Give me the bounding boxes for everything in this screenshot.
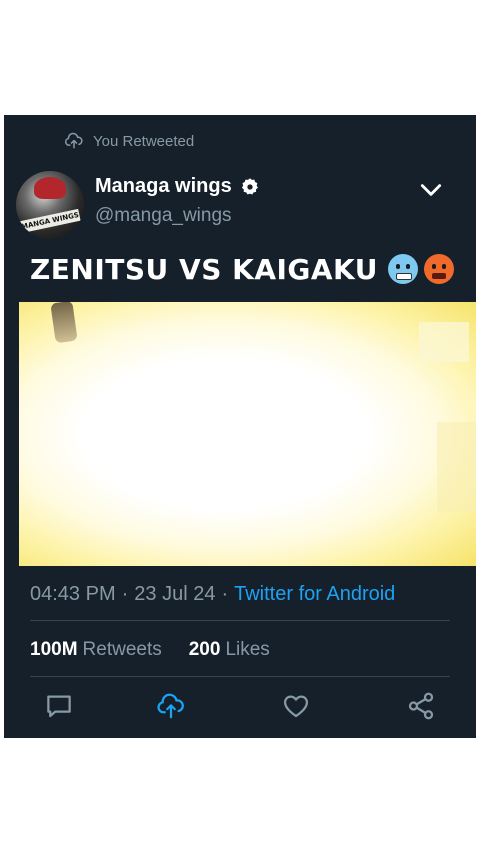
chevron-down-icon[interactable] xyxy=(418,177,444,203)
divider xyxy=(30,620,450,621)
likes-count: 200 xyxy=(188,639,221,660)
author-name[interactable]: Managa wings xyxy=(95,175,232,198)
meta-separator: · xyxy=(221,583,229,605)
media-highlight xyxy=(419,322,469,362)
tweet-media-image[interactable] xyxy=(19,302,476,566)
media-streak xyxy=(50,302,78,344)
tweet-client-link[interactable]: Twitter for Android xyxy=(234,583,395,605)
retweets-label: Retweets xyxy=(82,639,162,660)
share-icon[interactable] xyxy=(406,691,436,721)
cold-face-emoji xyxy=(388,254,418,284)
author-name-row[interactable]: Managa wings xyxy=(95,175,260,198)
tweet-text-content: ZENITSU VS KAIGAKU xyxy=(30,253,378,286)
tweet-text: ZENITSU VS KAIGAKU xyxy=(30,253,454,286)
retweet-label: You Retweeted xyxy=(93,132,195,150)
avatar-text: MANGA WINGS xyxy=(20,210,80,232)
avatar[interactable]: MANGA WINGS xyxy=(16,171,84,239)
retweet-context: You Retweeted xyxy=(64,131,194,151)
likes-label: Likes xyxy=(225,639,270,660)
hot-face-emoji xyxy=(424,254,454,284)
retweets-count: 100M xyxy=(30,639,78,660)
retweets-stat[interactable]: 100M Retweets xyxy=(30,639,162,661)
like-icon[interactable] xyxy=(281,691,311,721)
tweet-time: 04:43 PM xyxy=(30,583,116,605)
tweet-date: 23 Jul 24 xyxy=(134,583,216,605)
avatar-band: MANGA WINGS xyxy=(19,208,81,234)
meta-separator: · xyxy=(121,583,129,605)
reply-icon[interactable] xyxy=(44,691,74,721)
likes-stat[interactable]: 200 Likes xyxy=(189,639,270,661)
retweet-icon[interactable] xyxy=(156,691,186,721)
media-highlight xyxy=(437,422,476,512)
divider xyxy=(30,676,450,677)
tweet-stats: 100M Retweets 200 Likes xyxy=(30,639,270,661)
verified-badge-icon xyxy=(241,177,258,194)
tweet-card: You Retweeted MANGA WINGS Managa wings @… xyxy=(4,115,476,738)
avatar-hair xyxy=(34,177,66,199)
retweet-icon xyxy=(64,132,83,149)
tweet-metadata: 04:43 PM · 23 Jul 24 · Twitter for Android xyxy=(30,583,395,606)
author-handle[interactable]: @manga_wings xyxy=(95,205,232,227)
